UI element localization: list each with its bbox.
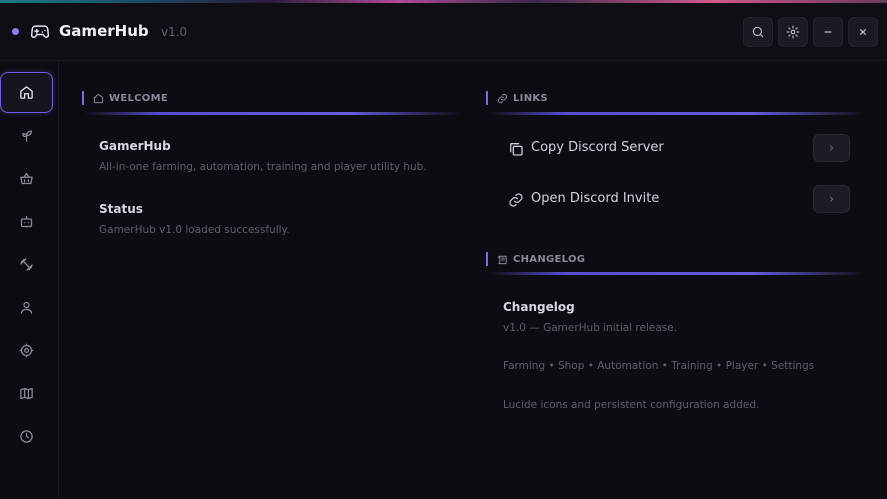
welcome-block-title: GamerHub	[99, 139, 171, 153]
home-icon	[20, 86, 33, 99]
copy-discord-button[interactable]: ›	[813, 134, 850, 162]
sidebar-item-automation[interactable]	[0, 201, 53, 242]
links-header-label: LINKS	[513, 92, 548, 104]
status-block-title: Status	[99, 202, 143, 216]
section-accent-bar	[486, 91, 488, 105]
clock-icon	[20, 430, 33, 443]
minimize-button[interactable]	[813, 17, 843, 47]
welcome-underline	[84, 112, 462, 115]
minimize-icon	[824, 31, 832, 33]
status-dot	[12, 28, 19, 35]
open-invite-label: Open Discord Invite	[531, 191, 660, 206]
copy-discord-label: Copy Discord Server	[531, 140, 664, 155]
sprout-icon	[22, 130, 33, 142]
welcome-block-text: All-in-one farming, automation, training…	[99, 161, 427, 173]
basket-icon	[20, 172, 33, 185]
bot-icon	[20, 215, 33, 228]
status-block-text: GamerHub v1.0 loaded successfully.	[99, 224, 290, 236]
link-row-open-invite[interactable]: Open Discord Invite ›	[508, 185, 853, 215]
link-icon	[497, 93, 508, 103]
gear-icon	[19, 343, 34, 358]
links-section-header: LINKS	[486, 91, 548, 105]
section-accent-bar	[486, 252, 488, 266]
link-row-copy-discord[interactable]: Copy Discord Server ›	[508, 134, 853, 164]
sidebar-item-shop[interactable]	[0, 158, 53, 199]
open-invite-button[interactable]: ›	[813, 185, 850, 213]
sidebar-item-player[interactable]	[0, 287, 53, 328]
welcome-section-header: WELCOME	[82, 91, 168, 105]
map-icon	[20, 387, 33, 400]
sidebar-item-history[interactable]	[0, 416, 53, 457]
scroll-icon	[498, 255, 507, 264]
sidebar-item-farming[interactable]	[0, 115, 53, 156]
gear-icon	[786, 25, 800, 39]
welcome-header-label: WELCOME	[109, 92, 168, 104]
changelog-underline	[488, 272, 866, 275]
sidebar-item-home[interactable]	[0, 72, 53, 113]
app-version: v1.0	[161, 25, 188, 39]
dumbbell-icon	[20, 258, 33, 271]
sidebar-item-settings[interactable]	[0, 330, 53, 371]
sidebar-item-training[interactable]	[0, 244, 53, 285]
links-underline	[488, 112, 866, 115]
section-accent-bar	[82, 91, 84, 105]
changelog-line: v1.0 — GamerHub initial release.	[503, 322, 678, 334]
sidebar	[0, 62, 59, 499]
changelog-header-label: CHANGELOG	[513, 253, 586, 265]
gamepad-icon	[30, 25, 50, 38]
changelog-section-header: CHANGELOG	[486, 252, 585, 266]
app-title: GamerHub	[59, 22, 149, 40]
settings-button[interactable]	[778, 17, 808, 47]
close-icon	[860, 29, 866, 35]
changelog-line: Lucide icons and persistent configuratio…	[503, 399, 760, 411]
close-button[interactable]	[848, 17, 878, 47]
home-icon	[93, 93, 104, 103]
link-icon	[509, 193, 523, 207]
user-icon	[20, 301, 33, 314]
changelog-line: Farming • Shop • Automation • Training •…	[503, 360, 815, 372]
copy-icon	[510, 143, 523, 156]
sidebar-item-map[interactable]	[0, 373, 53, 414]
title-bar[interactable]: GamerHub v1.0	[0, 3, 887, 61]
search-button[interactable]	[743, 17, 773, 47]
search-icon	[752, 26, 764, 38]
changelog-title: Changelog	[503, 300, 575, 314]
